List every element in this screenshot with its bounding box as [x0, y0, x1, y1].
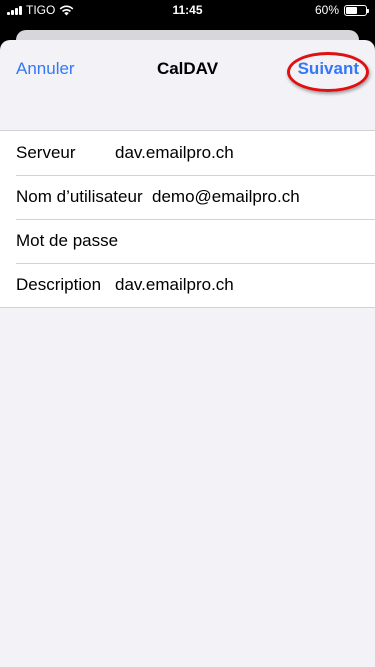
- description-value[interactable]: dav.emailpro.ch: [115, 275, 234, 295]
- username-value[interactable]: demo@emailpro.ch: [152, 187, 300, 207]
- account-form: Serveur dav.emailpro.ch Nom d’utilisateu…: [0, 130, 375, 308]
- username-label: Nom d’utilisateur: [16, 187, 143, 206]
- description-field[interactable]: Description dav.emailpro.ch: [0, 263, 375, 307]
- server-label: Serveur: [16, 143, 76, 162]
- password-label: Mot de passe: [16, 231, 119, 250]
- cancel-button[interactable]: Annuler: [16, 59, 75, 79]
- navigation-bar: Annuler CalDAV Suivant: [0, 40, 375, 96]
- caldav-sheet: Annuler CalDAV Suivant Serveur dav.email…: [0, 40, 375, 667]
- battery-icon: [344, 4, 369, 16]
- status-right: 60%: [314, 3, 369, 17]
- battery-percent: 60%: [314, 3, 339, 17]
- description-label: Description: [16, 275, 102, 294]
- server-field[interactable]: Serveur dav.emailpro.ch: [0, 131, 375, 175]
- password-field[interactable]: Mot de passe: [0, 219, 375, 263]
- next-button[interactable]: Suivant: [298, 59, 359, 79]
- battery-fill: [346, 6, 358, 14]
- status-bar: TIGO 11:45 60%: [0, 0, 375, 20]
- server-value[interactable]: dav.emailpro.ch: [115, 143, 234, 163]
- username-field[interactable]: Nom d’utilisateur demo@emailpro.ch: [0, 175, 375, 219]
